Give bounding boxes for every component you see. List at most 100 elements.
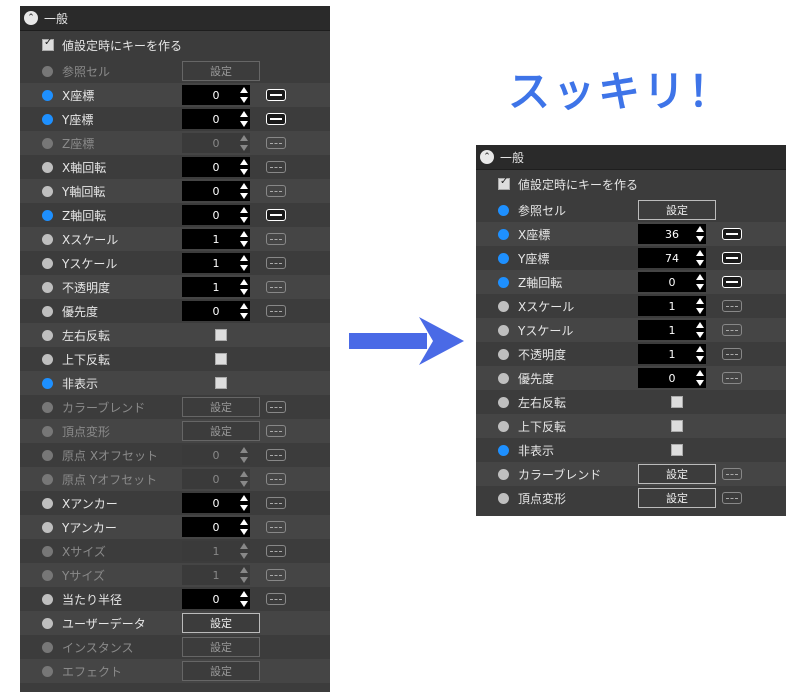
key-toggle-icon[interactable] (266, 185, 286, 197)
status-dot-icon[interactable] (42, 353, 53, 365)
status-dot-icon[interactable] (42, 497, 53, 509)
status-dot-icon[interactable] (42, 65, 53, 77)
key-toggle-icon[interactable] (266, 161, 286, 173)
key-toggle-icon[interactable] (266, 425, 286, 437)
property-checkbox[interactable] (215, 377, 227, 389)
status-dot-icon[interactable] (498, 492, 509, 504)
number-input[interactable]: 0 (182, 493, 250, 513)
collapse-icon[interactable]: ⌃ (24, 11, 38, 25)
settings-button[interactable]: 設定 (182, 61, 260, 81)
status-dot-icon[interactable] (498, 468, 509, 480)
spinner-icon[interactable] (696, 249, 704, 267)
spinner-icon[interactable] (240, 446, 248, 464)
number-input[interactable]: 74 (638, 248, 706, 268)
spinner-icon[interactable] (240, 278, 248, 296)
spinner-icon[interactable] (696, 369, 704, 387)
spinner-icon[interactable] (696, 321, 704, 339)
number-input[interactable]: 0 (182, 445, 250, 465)
spinner-icon[interactable] (696, 345, 704, 363)
status-dot-icon[interactable] (42, 113, 53, 125)
spinner-icon[interactable] (696, 225, 704, 243)
key-toggle-icon[interactable] (266, 281, 286, 293)
key-on-set-checkbox[interactable] (498, 176, 510, 190)
property-checkbox[interactable] (215, 329, 227, 341)
number-input[interactable]: 0 (182, 205, 250, 225)
number-input[interactable]: 0 (182, 85, 250, 105)
status-dot-icon[interactable] (498, 324, 509, 336)
settings-button[interactable]: 設定 (638, 488, 716, 508)
section-header[interactable]: ⌃ 一般 (20, 6, 330, 31)
status-dot-icon[interactable] (498, 228, 509, 240)
key-toggle-icon[interactable] (722, 252, 742, 264)
number-input[interactable]: 0 (182, 301, 250, 321)
status-dot-icon[interactable] (42, 377, 53, 389)
key-toggle-icon[interactable] (266, 233, 286, 245)
number-input[interactable]: 0 (182, 589, 250, 609)
status-dot-icon[interactable] (42, 137, 53, 149)
settings-button[interactable]: 設定 (182, 637, 260, 657)
key-toggle-icon[interactable] (266, 401, 286, 413)
key-toggle-icon[interactable] (266, 137, 286, 149)
key-toggle-icon[interactable] (266, 113, 286, 125)
property-checkbox[interactable] (671, 396, 683, 408)
key-toggle-icon[interactable] (722, 300, 742, 312)
key-toggle-icon[interactable] (266, 545, 286, 557)
number-input[interactable]: 1 (182, 541, 250, 561)
status-dot-icon[interactable] (498, 420, 509, 432)
number-input[interactable]: 1 (638, 344, 706, 364)
number-input[interactable]: 0 (182, 157, 250, 177)
spinner-icon[interactable] (240, 86, 248, 104)
key-toggle-icon[interactable] (266, 473, 286, 485)
status-dot-icon[interactable] (498, 276, 509, 288)
status-dot-icon[interactable] (498, 396, 509, 408)
status-dot-icon[interactable] (42, 617, 53, 629)
key-toggle-icon[interactable] (722, 228, 742, 240)
number-input[interactable]: 0 (182, 517, 250, 537)
spinner-icon[interactable] (240, 542, 248, 560)
status-dot-icon[interactable] (42, 161, 53, 173)
status-dot-icon[interactable] (42, 545, 53, 557)
number-input[interactable]: 1 (638, 320, 706, 340)
status-dot-icon[interactable] (42, 473, 53, 485)
number-input[interactable]: 1 (182, 565, 250, 585)
key-toggle-icon[interactable] (266, 521, 286, 533)
settings-button[interactable]: 設定 (182, 421, 260, 441)
status-dot-icon[interactable] (42, 257, 53, 269)
key-toggle-icon[interactable] (722, 468, 742, 480)
key-toggle-icon[interactable] (266, 569, 286, 581)
status-dot-icon[interactable] (498, 444, 509, 456)
section-header[interactable]: ⌃ 一般 (476, 145, 786, 170)
status-dot-icon[interactable] (42, 593, 53, 605)
key-toggle-icon[interactable] (722, 348, 742, 360)
key-toggle-icon[interactable] (722, 372, 742, 384)
property-checkbox[interactable] (215, 353, 227, 365)
number-input[interactable]: 1 (182, 229, 250, 249)
number-input[interactable]: 0 (182, 469, 250, 489)
settings-button[interactable]: 設定 (182, 397, 260, 417)
number-input[interactable]: 0 (182, 181, 250, 201)
key-toggle-icon[interactable] (266, 593, 286, 605)
spinner-icon[interactable] (240, 470, 248, 488)
key-toggle-icon[interactable] (266, 209, 286, 221)
key-toggle-icon[interactable] (722, 276, 742, 288)
spinner-icon[interactable] (696, 273, 704, 291)
spinner-icon[interactable] (240, 134, 248, 152)
number-input[interactable]: 36 (638, 224, 706, 244)
key-toggle-icon[interactable] (266, 305, 286, 317)
spinner-icon[interactable] (240, 494, 248, 512)
status-dot-icon[interactable] (42, 641, 53, 653)
status-dot-icon[interactable] (498, 204, 509, 216)
number-input[interactable]: 0 (182, 133, 250, 153)
status-dot-icon[interactable] (498, 348, 509, 360)
status-dot-icon[interactable] (42, 665, 53, 677)
status-dot-icon[interactable] (498, 372, 509, 384)
number-input[interactable]: 1 (182, 253, 250, 273)
key-on-set-checkbox[interactable] (42, 37, 54, 51)
number-input[interactable]: 1 (638, 296, 706, 316)
status-dot-icon[interactable] (42, 569, 53, 581)
property-checkbox[interactable] (671, 420, 683, 432)
spinner-icon[interactable] (240, 566, 248, 584)
status-dot-icon[interactable] (42, 233, 53, 245)
key-toggle-icon[interactable] (722, 324, 742, 336)
key-toggle-icon[interactable] (266, 257, 286, 269)
